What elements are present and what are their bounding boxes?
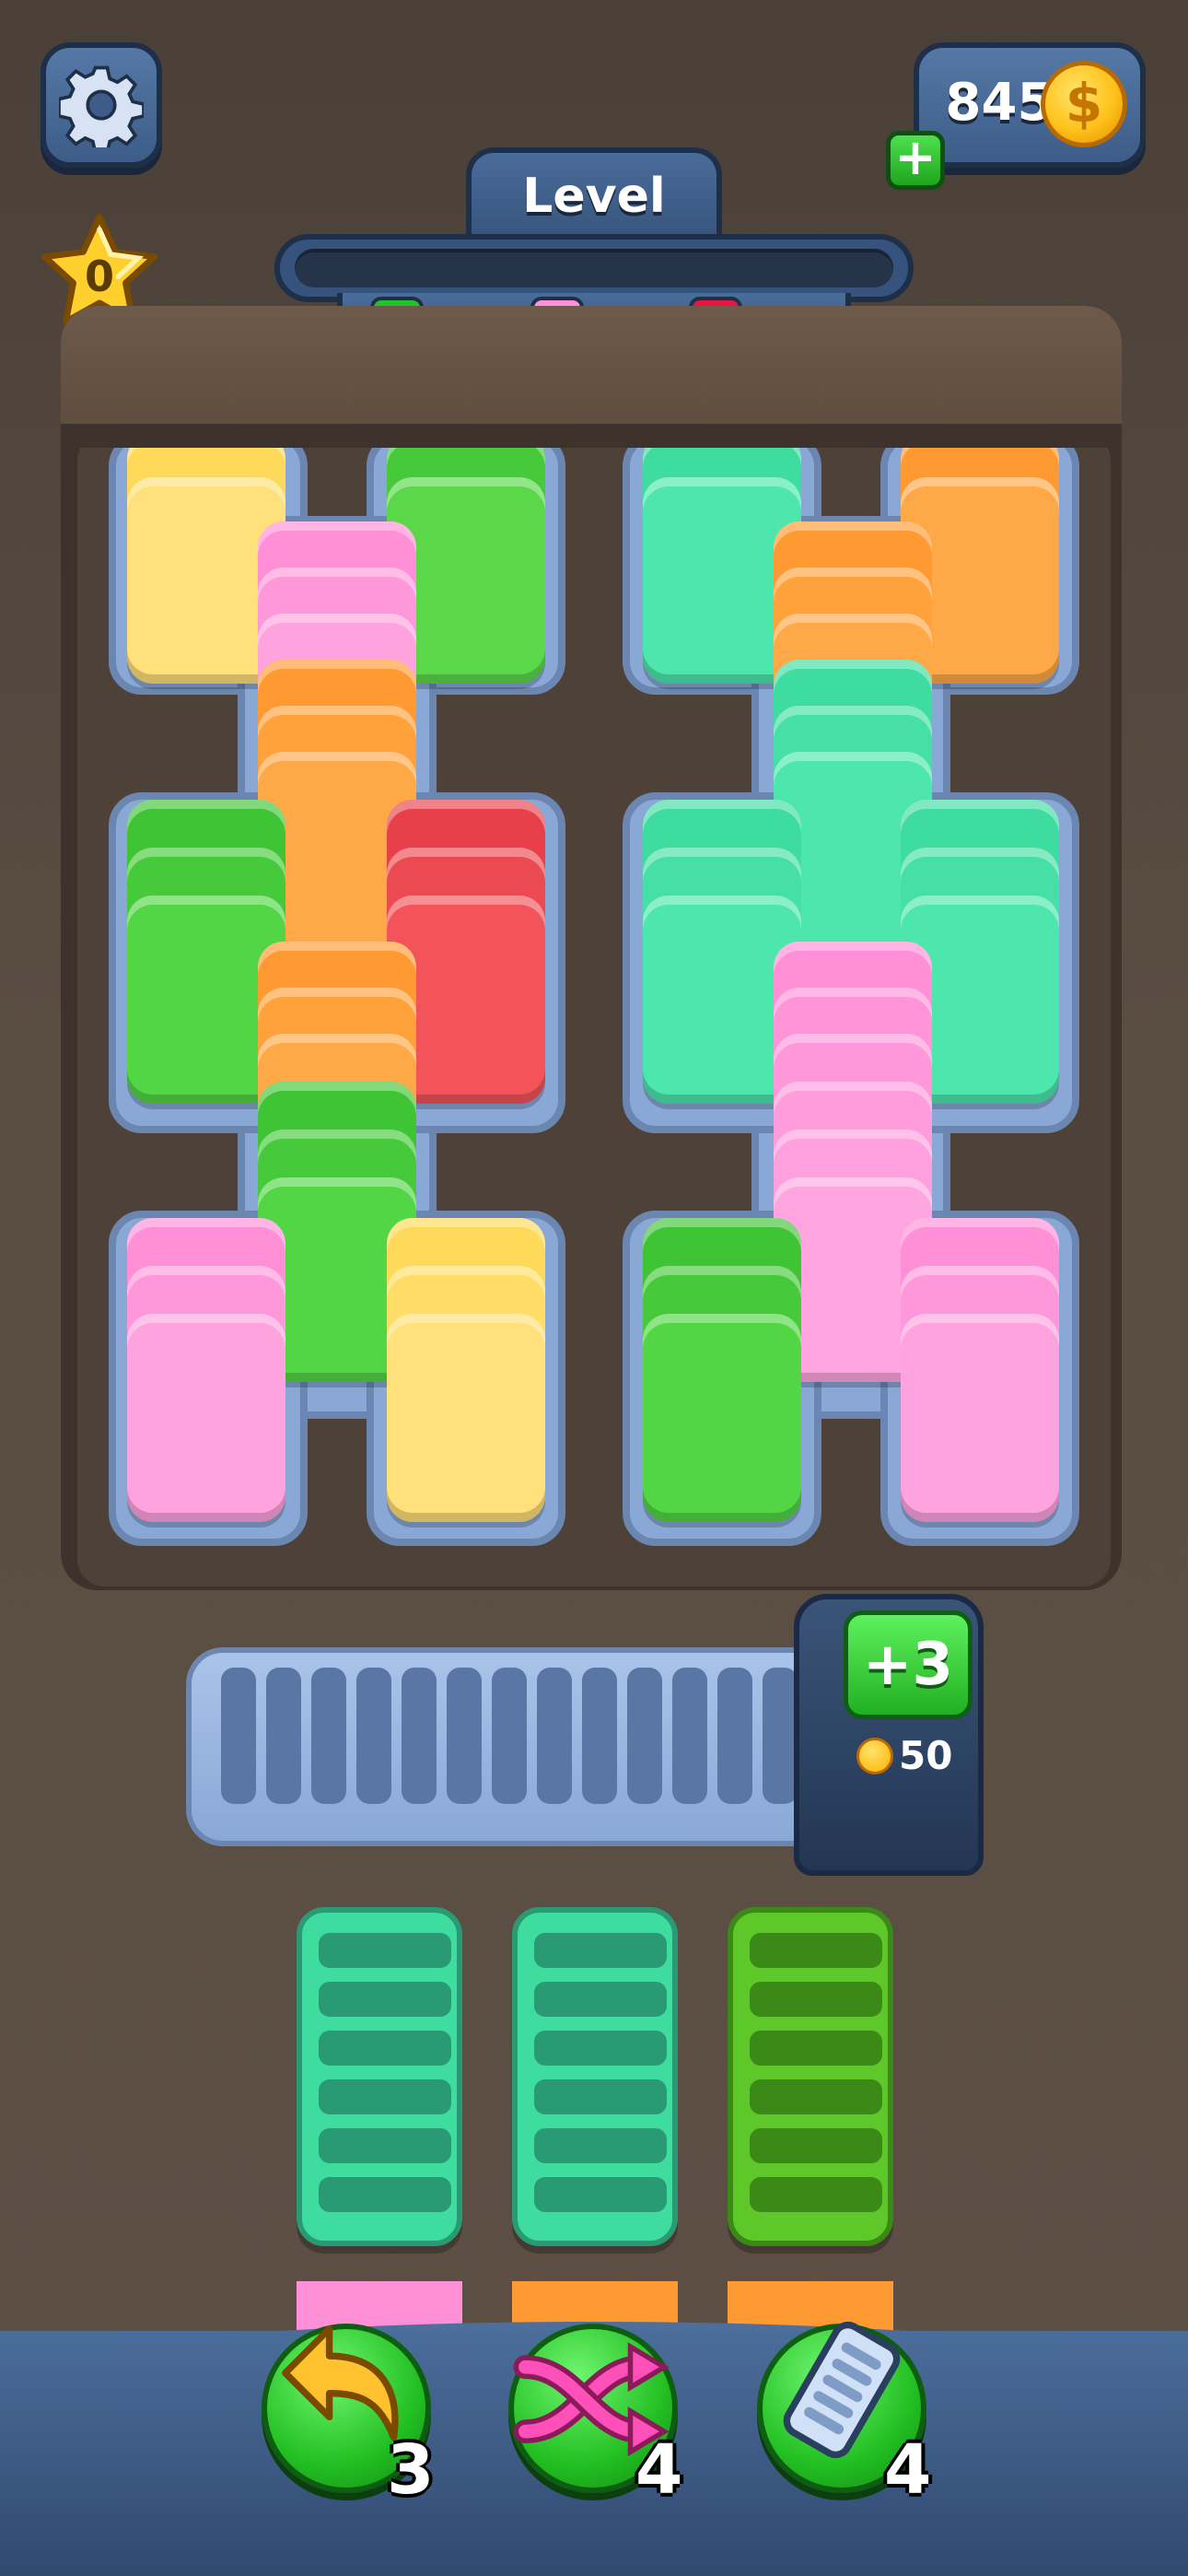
undo-count: 3 — [387, 2430, 435, 2510]
collector-slot — [750, 1982, 882, 2017]
tray-slot — [266, 1668, 301, 1804]
tray-slot — [717, 1668, 752, 1804]
collector-slot — [534, 2177, 667, 2212]
board-lip — [61, 306, 1122, 435]
collector-slot — [319, 2031, 451, 2066]
expand-tray-button[interactable]: +3 — [844, 1610, 973, 1719]
collector-slot — [750, 2079, 882, 2114]
tray-slot — [221, 1668, 256, 1804]
collector-slot — [534, 2079, 667, 2114]
collector-slot — [534, 2031, 667, 2066]
tray-slot — [582, 1668, 617, 1804]
collector-slot — [319, 1933, 451, 1968]
block-pink[interactable] — [901, 1314, 1059, 1522]
coin-icon — [856, 1738, 893, 1774]
tray-slot — [402, 1668, 437, 1804]
tray-slot — [627, 1668, 662, 1804]
level-progress-bar — [295, 249, 893, 287]
tray-slot — [447, 1668, 482, 1804]
tray-slot — [311, 1668, 346, 1804]
collector-slot — [750, 2031, 882, 2066]
block-pink[interactable] — [127, 1314, 285, 1522]
buy-coins-button[interactable]: + — [886, 131, 945, 190]
tray-slot — [537, 1668, 572, 1804]
gear-icon — [59, 65, 144, 147]
extra-collector-count: 4 — [884, 2430, 932, 2510]
tray-slot — [492, 1668, 527, 1804]
level-title: Level 111 — [522, 169, 666, 299]
collector-slot — [750, 2128, 882, 2163]
collector-slot — [534, 1982, 667, 2017]
tray-slot — [672, 1668, 707, 1804]
block-yellow[interactable] — [387, 1314, 545, 1522]
collector-teal[interactable] — [297, 1907, 462, 2246]
star-count: 0 — [84, 252, 114, 301]
collector-slot — [319, 1982, 451, 2017]
settings-button[interactable] — [41, 42, 162, 168]
board-lip-shadow — [61, 424, 1122, 448]
collector-teal[interactable] — [512, 1907, 678, 2246]
collector-slot — [319, 2177, 451, 2212]
tray-slot — [356, 1668, 391, 1804]
collector-slot — [750, 1933, 882, 1968]
tray-slot — [763, 1668, 798, 1804]
collector-green[interactable] — [728, 1907, 893, 2246]
expand-cost: 50 — [899, 1733, 953, 1778]
collector-slot — [534, 1933, 667, 1968]
collector-slot — [750, 2177, 882, 2212]
collector-slot — [319, 2128, 451, 2163]
shuffle-count: 4 — [635, 2430, 683, 2510]
collector-slot — [534, 2128, 667, 2163]
collector-slot — [319, 2079, 451, 2114]
coin-icon: $ — [1041, 61, 1127, 147]
block-green[interactable] — [643, 1314, 801, 1522]
